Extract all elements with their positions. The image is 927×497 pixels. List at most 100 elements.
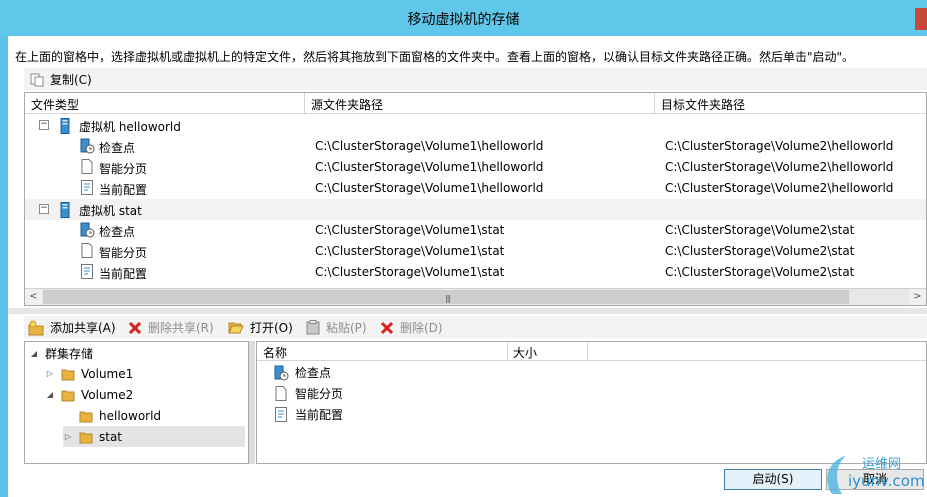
expanded-icon[interactable]: ◢ bbox=[45, 390, 55, 399]
copy-icon bbox=[30, 73, 44, 86]
config-icon bbox=[81, 180, 93, 195]
table-row[interactable]: 当前配置 C:\ClusterStorage\Volume1\stat C:\C… bbox=[25, 262, 926, 283]
table-row[interactable]: 检查点 C:\ClusterStorage\Volume1\helloworld… bbox=[25, 136, 926, 157]
folder-icon bbox=[79, 411, 93, 422]
config-icon bbox=[275, 407, 287, 422]
paste-icon bbox=[306, 320, 320, 335]
target-path-cell: C:\ClusterStorage\Volume2\stat bbox=[665, 244, 855, 258]
tree-node-cluster-storage[interactable]: ◢ 群集存储 bbox=[29, 343, 93, 364]
scroll-thumb[interactable]: ||| bbox=[43, 290, 849, 304]
grip-icon: ||| bbox=[445, 294, 451, 303]
table-row[interactable]: 当前配置 C:\ClusterStorage\Volume1\helloworl… bbox=[25, 178, 926, 199]
vm-server-icon bbox=[60, 202, 70, 218]
window-title: 移动虚拟机的存储 bbox=[407, 12, 520, 28]
close-button[interactable] bbox=[915, 8, 927, 30]
open-label: 打开(O) bbox=[250, 321, 293, 335]
file-type-cell: 当前配置 bbox=[99, 267, 148, 281]
add-share-icon bbox=[28, 320, 44, 335]
instruction-text: 在上面的窗格中，选择虚拟机或虚拟机上的特定文件，然后将其拖放到下面窗格的文件夹中… bbox=[15, 50, 855, 64]
list-item[interactable]: 智能分页 bbox=[273, 383, 343, 404]
column-size[interactable]: 大小 bbox=[513, 344, 537, 361]
tree-node-label: 群集存储 bbox=[45, 347, 94, 361]
remove-share-button[interactable]: 删除共享(R) bbox=[128, 319, 214, 336]
file-list-header: 名称 大小 bbox=[257, 342, 926, 361]
column-source-path[interactable]: 源文件夹路径 bbox=[311, 96, 383, 113]
collapse-toggle[interactable]: − bbox=[39, 120, 49, 130]
vm-server-icon bbox=[60, 118, 70, 134]
table-row[interactable]: 检查点 C:\ClusterStorage\Volume1\stat C:\Cl… bbox=[25, 220, 926, 241]
vm-group-row[interactable]: − 虚拟机 helloworld bbox=[25, 115, 926, 136]
delete-label: 删除(D) bbox=[400, 321, 443, 335]
target-path-cell: C:\ClusterStorage\Volume2\helloworld bbox=[665, 139, 894, 153]
scroll-left-icon[interactable]: < bbox=[25, 289, 42, 305]
watermark-logo: 运维网 iyunv.com bbox=[818, 450, 927, 497]
remove-share-label: 删除共享(R) bbox=[148, 321, 214, 335]
vertical-splitter[interactable] bbox=[249, 341, 255, 464]
tree-node-stat[interactable]: ▷ stat bbox=[63, 426, 245, 447]
delete-button[interactable]: 删除(D) bbox=[380, 319, 443, 336]
source-path-cell: C:\ClusterStorage\Volume1\helloworld bbox=[315, 160, 544, 174]
open-folder-icon bbox=[228, 322, 244, 333]
add-share-button[interactable]: 添加共享(A) bbox=[28, 319, 116, 336]
document-icon bbox=[81, 159, 93, 174]
config-icon bbox=[81, 264, 93, 279]
file-type-cell: 检查点 bbox=[99, 141, 136, 155]
scroll-right-icon[interactable]: > bbox=[909, 289, 926, 305]
document-icon bbox=[275, 386, 287, 401]
column-name[interactable]: 名称 bbox=[263, 344, 287, 361]
file-name: 检查点 bbox=[295, 366, 332, 380]
file-type-cell: 智能分页 bbox=[99, 246, 148, 260]
watermark-text-cn: 运维网 bbox=[862, 457, 901, 472]
storage-tree: ◢ 群集存储 ▷ Volume1 ◢ Volume2 helloworld ▷ … bbox=[24, 341, 249, 464]
source-path-cell: C:\ClusterStorage\Volume1\stat bbox=[315, 265, 505, 279]
vm-group-row[interactable]: − 虚拟机 stat bbox=[25, 199, 926, 220]
watermark-swirl-icon: 运维网 iyunv.com bbox=[827, 456, 925, 494]
file-name: 当前配置 bbox=[295, 408, 344, 422]
vm-name: 虚拟机 helloworld bbox=[79, 120, 181, 134]
list-item[interactable]: 当前配置 bbox=[273, 404, 343, 425]
column-file-type[interactable]: 文件类型 bbox=[31, 96, 79, 113]
copy-label: 复制(C) bbox=[50, 73, 92, 87]
folder-icon bbox=[61, 390, 75, 401]
start-button[interactable]: 启动(S) bbox=[724, 469, 822, 490]
target-path-cell: C:\ClusterStorage\Volume2\stat bbox=[665, 265, 855, 279]
checkpoint-icon bbox=[80, 138, 95, 154]
collapse-toggle[interactable]: − bbox=[39, 204, 49, 214]
file-name: 智能分页 bbox=[295, 387, 344, 401]
file-type-cell: 检查点 bbox=[99, 225, 136, 239]
column-target-path[interactable]: 目标文件夹路径 bbox=[661, 96, 745, 113]
list-item[interactable]: 检查点 bbox=[273, 362, 331, 383]
watermark-text-en: iyunv.com bbox=[848, 472, 925, 490]
table-row[interactable]: 智能分页 C:\ClusterStorage\Volume1\stat C:\C… bbox=[25, 241, 926, 262]
expanded-icon[interactable]: ◢ bbox=[29, 349, 39, 358]
source-path-cell: C:\ClusterStorage\Volume1\helloworld bbox=[315, 139, 544, 153]
title-bar: 移动虚拟机的存储 bbox=[0, 0, 927, 36]
collapsed-icon[interactable]: ▷ bbox=[63, 432, 73, 441]
table-row[interactable]: 智能分页 C:\ClusterStorage\Volume1\helloworl… bbox=[25, 157, 926, 178]
pane-splitter[interactable] bbox=[8, 308, 927, 314]
folder-icon bbox=[61, 369, 75, 380]
migration-grid: 文件类型 源文件夹路径 目标文件夹路径 − 虚拟机 helloworld 检查点… bbox=[24, 92, 927, 306]
vm-name: 虚拟机 stat bbox=[79, 204, 142, 218]
top-toolbar: 复制(C) bbox=[24, 68, 927, 90]
tree-node-label: Volume2 bbox=[81, 387, 134, 402]
paste-label: 粘贴(P) bbox=[326, 321, 367, 335]
tree-node-volume2[interactable]: ◢ Volume2 bbox=[45, 384, 133, 405]
tree-node-label: helloworld bbox=[99, 408, 162, 423]
file-type-cell: 当前配置 bbox=[99, 183, 148, 197]
red-x-icon bbox=[380, 321, 394, 334]
paste-button[interactable]: 粘贴(P) bbox=[306, 319, 367, 336]
target-path-cell: C:\ClusterStorage\Volume2\helloworld bbox=[665, 160, 894, 174]
source-path-cell: C:\ClusterStorage\Volume1\stat bbox=[315, 244, 505, 258]
tree-node-label: Volume1 bbox=[81, 366, 134, 381]
copy-button[interactable]: 复制(C) bbox=[30, 71, 92, 88]
file-type-cell: 智能分页 bbox=[99, 162, 148, 176]
tree-node-volume1[interactable]: ▷ Volume1 bbox=[45, 363, 133, 384]
target-path-cell: C:\ClusterStorage\Volume2\stat bbox=[665, 223, 855, 237]
red-x-icon bbox=[128, 321, 142, 334]
horizontal-scrollbar[interactable]: < ||| > bbox=[25, 288, 926, 305]
collapsed-icon[interactable]: ▷ bbox=[45, 369, 55, 378]
target-path-cell: C:\ClusterStorage\Volume2\helloworld bbox=[665, 181, 894, 195]
tree-node-helloworld[interactable]: helloworld bbox=[63, 405, 161, 426]
open-button[interactable]: 打开(O) bbox=[228, 319, 293, 336]
